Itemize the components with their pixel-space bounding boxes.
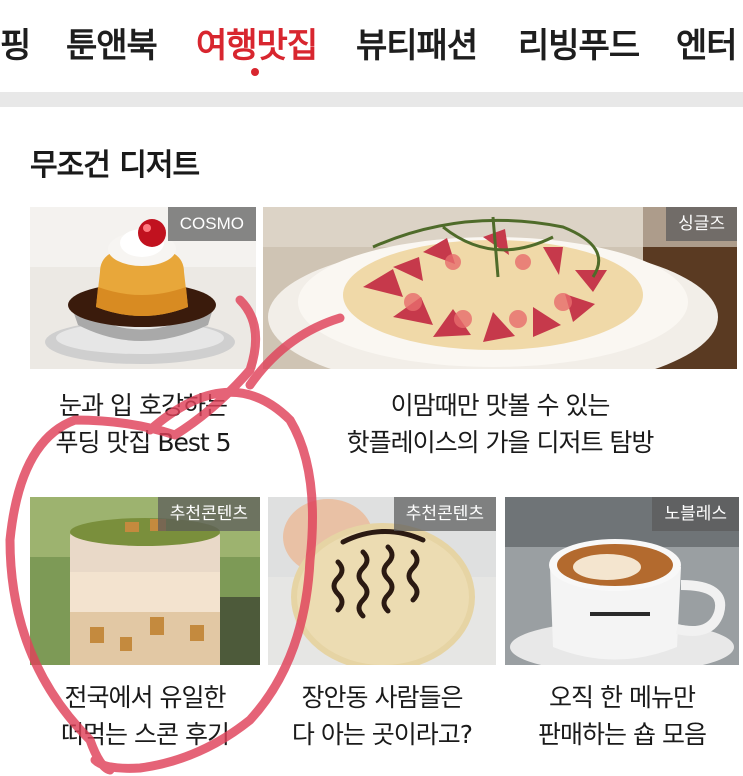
source-badge: 노블레스 bbox=[652, 497, 739, 531]
source-badge: 싱글즈 bbox=[666, 207, 737, 241]
fig-tart-photo: 싱글즈 bbox=[263, 207, 737, 369]
tab-travel-food[interactable]: 여행맛집 bbox=[196, 18, 318, 67]
source-badge: COSMO bbox=[167, 207, 256, 241]
section-divider bbox=[0, 92, 743, 107]
source-badge: 추천콘텐츠 bbox=[157, 497, 260, 531]
tab-beauty-fashion[interactable]: 뷰티패션 bbox=[356, 18, 478, 67]
article-title: 이맘때만 맛볼 수 있는 핫플레이스의 가을 디저트 탐방 bbox=[346, 391, 655, 457]
tab-entertainment[interactable]: 엔터 bbox=[676, 18, 738, 67]
article-card-cookie[interactable]: 추천콘텐츠 장안동 사람들은 다 아는 곳이라고? bbox=[268, 497, 496, 767]
article-card-fig-tart[interactable]: 싱글즈 이맘때만 맛볼 수 있는 핫플레이스의 가을 디저트 탐방 bbox=[263, 207, 737, 467]
tab-toon-and-book[interactable]: 툰앤북 bbox=[66, 18, 158, 67]
article-title: 전국에서 유일한 떠먹는 스콘 후기 bbox=[61, 683, 230, 749]
article-title: 눈과 입 호강하는 푸딩 맛집 Best 5 bbox=[55, 391, 231, 457]
article-card-pudding[interactable]: COSMO 눈과 입 호강하는 푸딩 맛집 Best 5 bbox=[30, 207, 256, 467]
scone-cup-photo: 추천콘텐츠 bbox=[30, 497, 260, 665]
tab-ping[interactable]: 핑 bbox=[0, 18, 31, 67]
article-title: 오직 한 메뉴만 판매하는 숍 모음 bbox=[538, 683, 707, 749]
category-tab-bar: 핑 툰앤북 여행맛집 뷰티패션 리빙푸드 엔터 bbox=[0, 0, 743, 92]
tab-living-food[interactable]: 리빙푸드 bbox=[518, 18, 640, 67]
article-title: 장안동 사람들은 다 아는 곳이라고? bbox=[291, 683, 473, 749]
article-card-scone[interactable]: 추천콘텐츠 전국에서 유일한 떠먹는 스콘 후기 bbox=[30, 497, 260, 767]
source-badge: 추천콘텐츠 bbox=[393, 497, 496, 531]
pudding-photo: COSMO bbox=[30, 207, 256, 369]
article-card-coffee[interactable]: 노블레스 오직 한 메뉴만 판매하는 숍 모음 bbox=[505, 497, 739, 767]
section-title: 무조건 디저트 bbox=[30, 148, 200, 183]
coffee-cup-photo: 노블레스 bbox=[505, 497, 739, 665]
active-tab-indicator bbox=[251, 68, 259, 76]
cookie-photo: 추천콘텐츠 bbox=[268, 497, 496, 665]
